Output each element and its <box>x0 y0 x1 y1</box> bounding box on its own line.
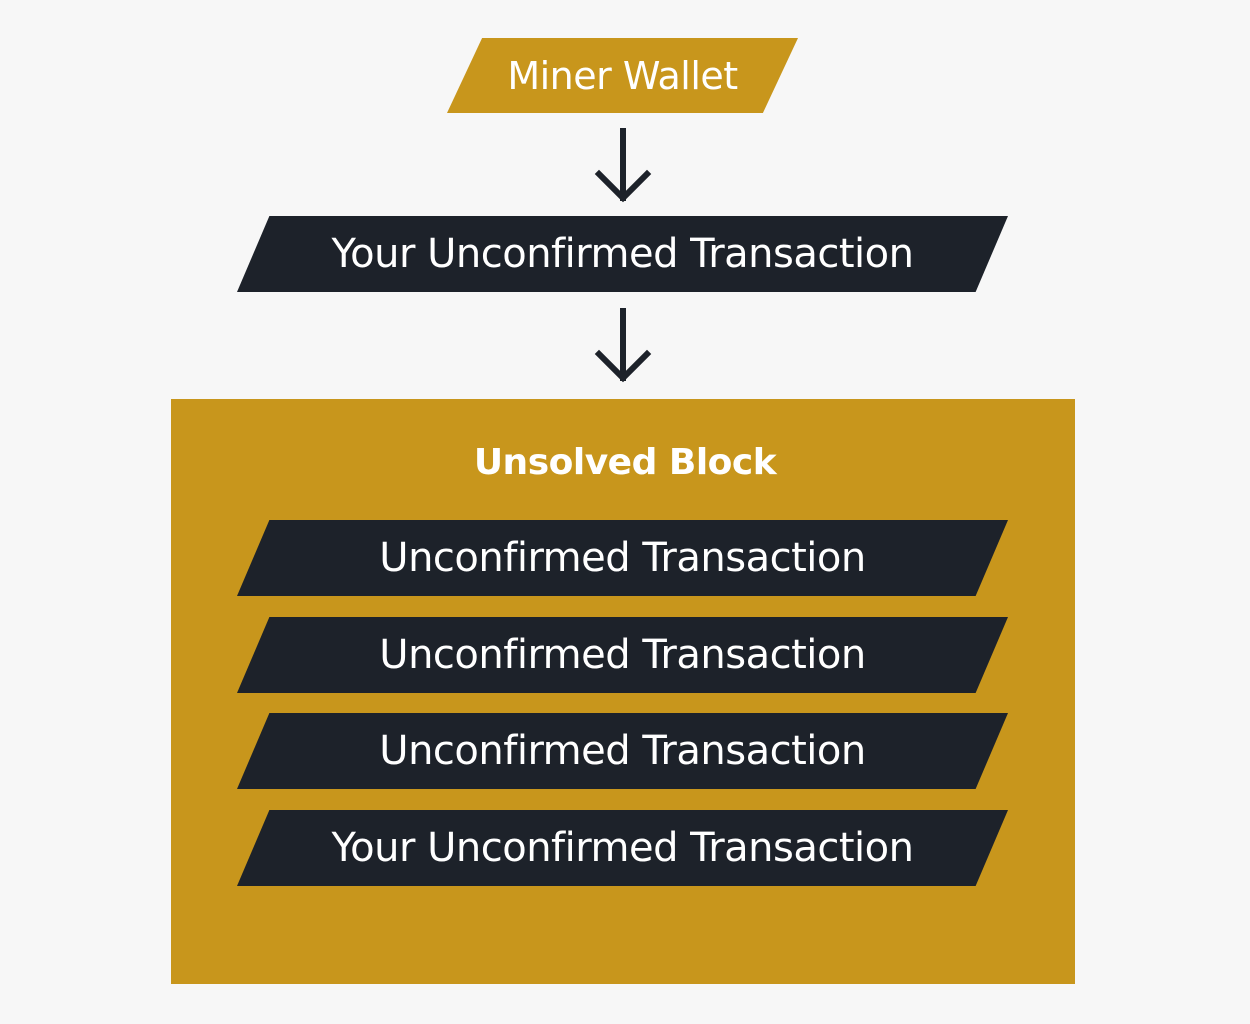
arrow-down-icon <box>594 308 652 383</box>
your-unconfirmed-transaction-node: Your Unconfirmed Transaction <box>237 216 1008 292</box>
miner-wallet-node: Miner Wallet <box>447 38 798 113</box>
unsolved-block-title: Unsolved Block <box>473 442 777 483</box>
block-transaction-row: Unconfirmed Transaction <box>237 520 1008 596</box>
arrow-down-icon <box>594 128 652 203</box>
block-transaction-row-yours: Your Unconfirmed Transaction <box>237 810 1008 886</box>
block-transaction-row: Unconfirmed Transaction <box>237 713 1008 789</box>
block-transaction-row: Unconfirmed Transaction <box>237 617 1008 693</box>
